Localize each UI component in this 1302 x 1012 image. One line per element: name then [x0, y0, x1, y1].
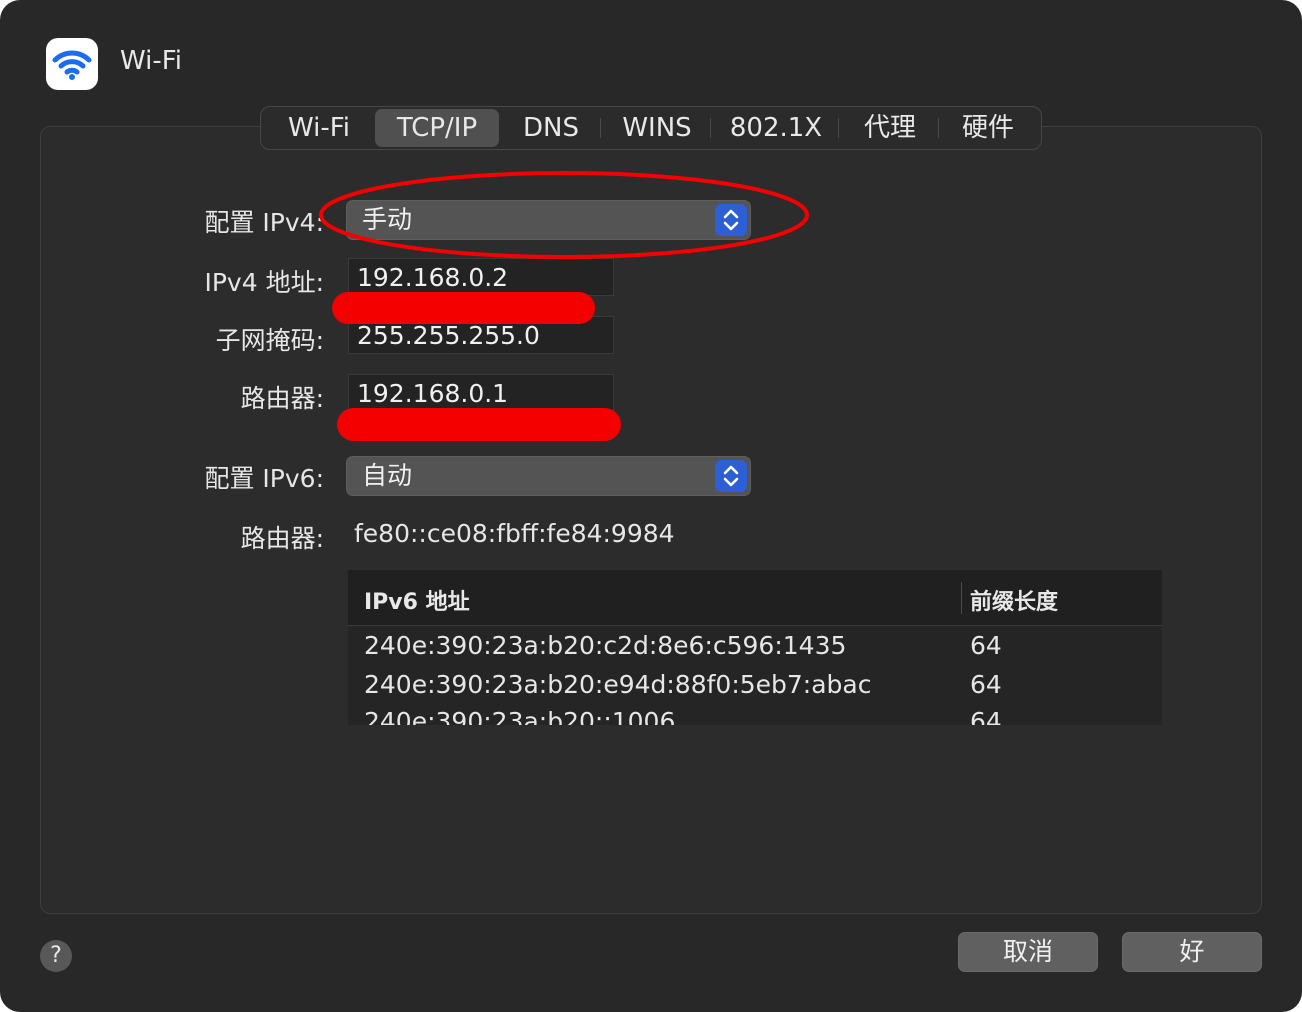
table-row[interactable]: 240e:390:23a:b20:e94d:88f0:5eb7:abac 64: [348, 665, 1162, 704]
ipv4-address-value: 192.168.0.2: [357, 263, 509, 292]
ok-button[interactable]: 好: [1122, 932, 1262, 972]
tab-separator: [710, 118, 711, 138]
cancel-button[interactable]: 取消: [958, 932, 1098, 972]
ipv6-address-table[interactable]: IPv6 地址 前缀长度 240e:390:23a:b20:c2d:8e6:c5…: [348, 570, 1162, 725]
table-row[interactable]: 240e:390:23a:b20:c2d:8e6:c596:1435 64: [348, 626, 1162, 665]
ipv6-address-cell: 240e:390:23a:b20:c2d:8e6:c596:1435: [364, 631, 847, 660]
network-settings-window: Wi-Fi Wi-Fi TCP/IP DNS WINS 802.1X 代理 硬件…: [0, 0, 1302, 1012]
tab-hardware[interactable]: 硬件: [941, 107, 1035, 149]
tab-8021x[interactable]: 802.1X: [715, 107, 837, 149]
tab-separator: [838, 118, 839, 138]
column-header-address[interactable]: IPv6 地址: [364, 584, 470, 616]
configure-ipv6-popup[interactable]: 自动: [346, 456, 751, 496]
ipv6-router-label: 路由器:: [240, 524, 324, 553]
red-underline-annotation: [337, 408, 621, 441]
red-underline-annotation: [332, 292, 595, 324]
tab-tcpip[interactable]: TCP/IP: [375, 109, 499, 147]
prefix-length-cell: 64: [970, 670, 1002, 699]
prefix-length-cell: 64: [970, 631, 1002, 660]
tab-wifi[interactable]: Wi-Fi: [267, 107, 371, 149]
prefix-length-cell: 64: [970, 707, 1002, 725]
ipv6-address-cell: 240e:390:23a:b20:e94d:88f0:5eb7:abac: [364, 670, 872, 699]
tab-separator: [938, 118, 939, 138]
tab-separator: [600, 118, 601, 138]
tab-proxy[interactable]: 代理: [843, 107, 937, 149]
tab-bar: Wi-Fi TCP/IP DNS WINS 802.1X 代理 硬件: [260, 106, 1042, 150]
table-row[interactable]: 240e:390:23a:b20::1006 64: [348, 702, 1162, 725]
router-value: 192.168.0.1: [357, 379, 509, 408]
table-header: IPv6 地址 前缀长度: [348, 570, 1162, 626]
ipv4-address-label: IPv4 地址:: [204, 268, 324, 297]
red-circle-annotation: [319, 171, 809, 259]
subnet-mask-label: 子网掩码:: [215, 326, 324, 355]
help-button[interactable]: ?: [40, 940, 72, 972]
configure-ipv4-label: 配置 IPv4:: [204, 208, 324, 237]
wifi-icon: [46, 38, 98, 90]
ipv6-router-value: fe80::ce08:fbff:fe84:9984: [354, 519, 675, 548]
router-label: 路由器:: [240, 384, 324, 413]
configure-ipv6-label: 配置 IPv6:: [204, 464, 324, 493]
subnet-mask-value: 255.255.255.0: [357, 321, 540, 350]
configure-ipv6-value: 自动: [362, 461, 413, 490]
column-separator: [961, 582, 962, 614]
tab-wins[interactable]: WINS: [605, 107, 709, 149]
router-field[interactable]: 192.168.0.1: [348, 374, 614, 412]
tab-dns[interactable]: DNS: [503, 107, 599, 149]
chevron-up-down-icon: [715, 460, 747, 492]
window-title: Wi-Fi: [120, 46, 183, 76]
column-header-prefix-length[interactable]: 前缀长度: [970, 584, 1058, 616]
ipv6-address-cell: 240e:390:23a:b20::1006: [364, 707, 676, 725]
